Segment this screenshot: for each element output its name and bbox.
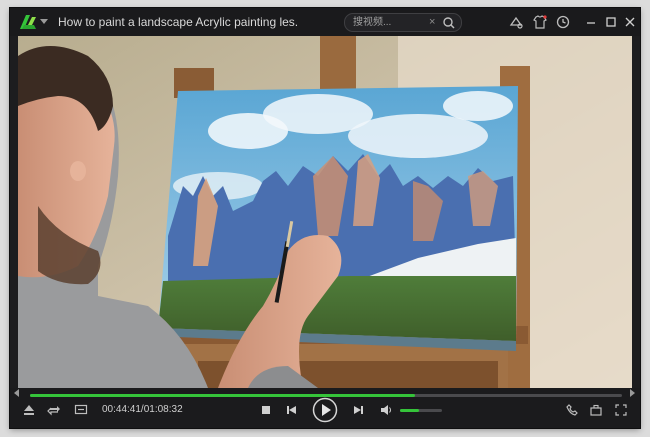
phone-icon[interactable] [565, 403, 579, 417]
fullscreen-icon[interactable] [614, 403, 628, 417]
eject-icon[interactable] [22, 403, 36, 417]
volume-slider[interactable] [400, 409, 442, 412]
video-title: How to paint a landscape Acrylic paintin… [58, 15, 298, 29]
menu-caret-icon[interactable] [40, 19, 48, 24]
seek-left-arrow-icon[interactable] [14, 389, 19, 397]
screenshot-frame: How to paint a landscape Acrylic paintin… [0, 0, 650, 437]
clock-history-icon[interactable] [555, 14, 571, 30]
video-frame[interactable] [18, 36, 632, 388]
stop-icon[interactable] [260, 404, 272, 416]
title-bar: How to paint a landscape Acrylic paintin… [10, 8, 640, 36]
player-logo-icon[interactable] [18, 13, 38, 31]
play-button[interactable] [312, 397, 338, 423]
close-icon[interactable] [622, 14, 638, 30]
repeat-icon[interactable] [47, 403, 61, 417]
next-icon[interactable] [353, 404, 365, 416]
player-window: How to paint a landscape Acrylic paintin… [10, 8, 640, 428]
previous-icon[interactable] [285, 404, 297, 416]
toolbox-icon[interactable] [589, 403, 603, 417]
clear-icon[interactable]: × [429, 16, 435, 29]
seek-right-arrow-icon[interactable] [630, 389, 635, 397]
time-display: 00:44:41/01:08:32 [102, 404, 183, 415]
progress-fill [30, 394, 415, 397]
volume-icon[interactable] [379, 403, 393, 417]
search-box[interactable]: × [344, 13, 462, 32]
video-image [18, 36, 632, 388]
theme-shirt-icon[interactable] [532, 14, 548, 30]
search-icon[interactable] [441, 15, 457, 30]
search-input[interactable] [353, 14, 423, 31]
subtitle-icon[interactable] [74, 403, 88, 417]
maximize-icon[interactable] [603, 14, 619, 30]
watermark-logo [554, 370, 632, 388]
skin-icon[interactable] [508, 14, 524, 30]
volume-fill [400, 409, 419, 412]
play-icon [322, 404, 331, 416]
minimize-icon[interactable] [583, 14, 599, 30]
